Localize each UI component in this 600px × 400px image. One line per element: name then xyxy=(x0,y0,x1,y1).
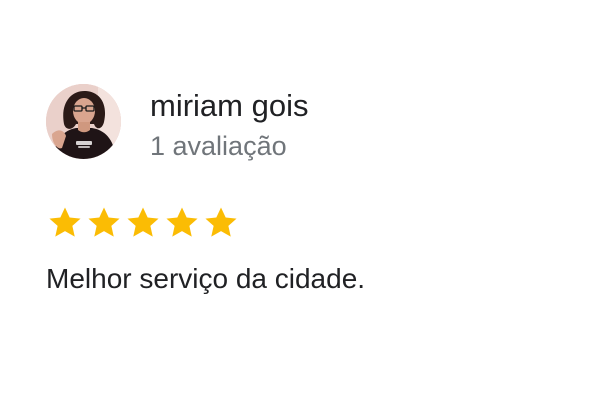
review-count: 1 avaliação xyxy=(150,131,287,161)
star-rating xyxy=(46,204,240,244)
review-card: miriam gois 1 avaliação Melhor serviço d… xyxy=(0,0,600,400)
star-icon xyxy=(205,207,237,237)
star-icon xyxy=(166,207,198,237)
avatar[interactable] xyxy=(46,84,121,159)
review-text: Melhor serviço da cidade. xyxy=(46,263,366,294)
star-icon xyxy=(88,207,120,237)
star-icon xyxy=(49,207,81,237)
reviewer-photo xyxy=(46,84,121,159)
reviewer-name[interactable]: miriam gois xyxy=(150,86,308,126)
star-icon xyxy=(127,207,159,237)
